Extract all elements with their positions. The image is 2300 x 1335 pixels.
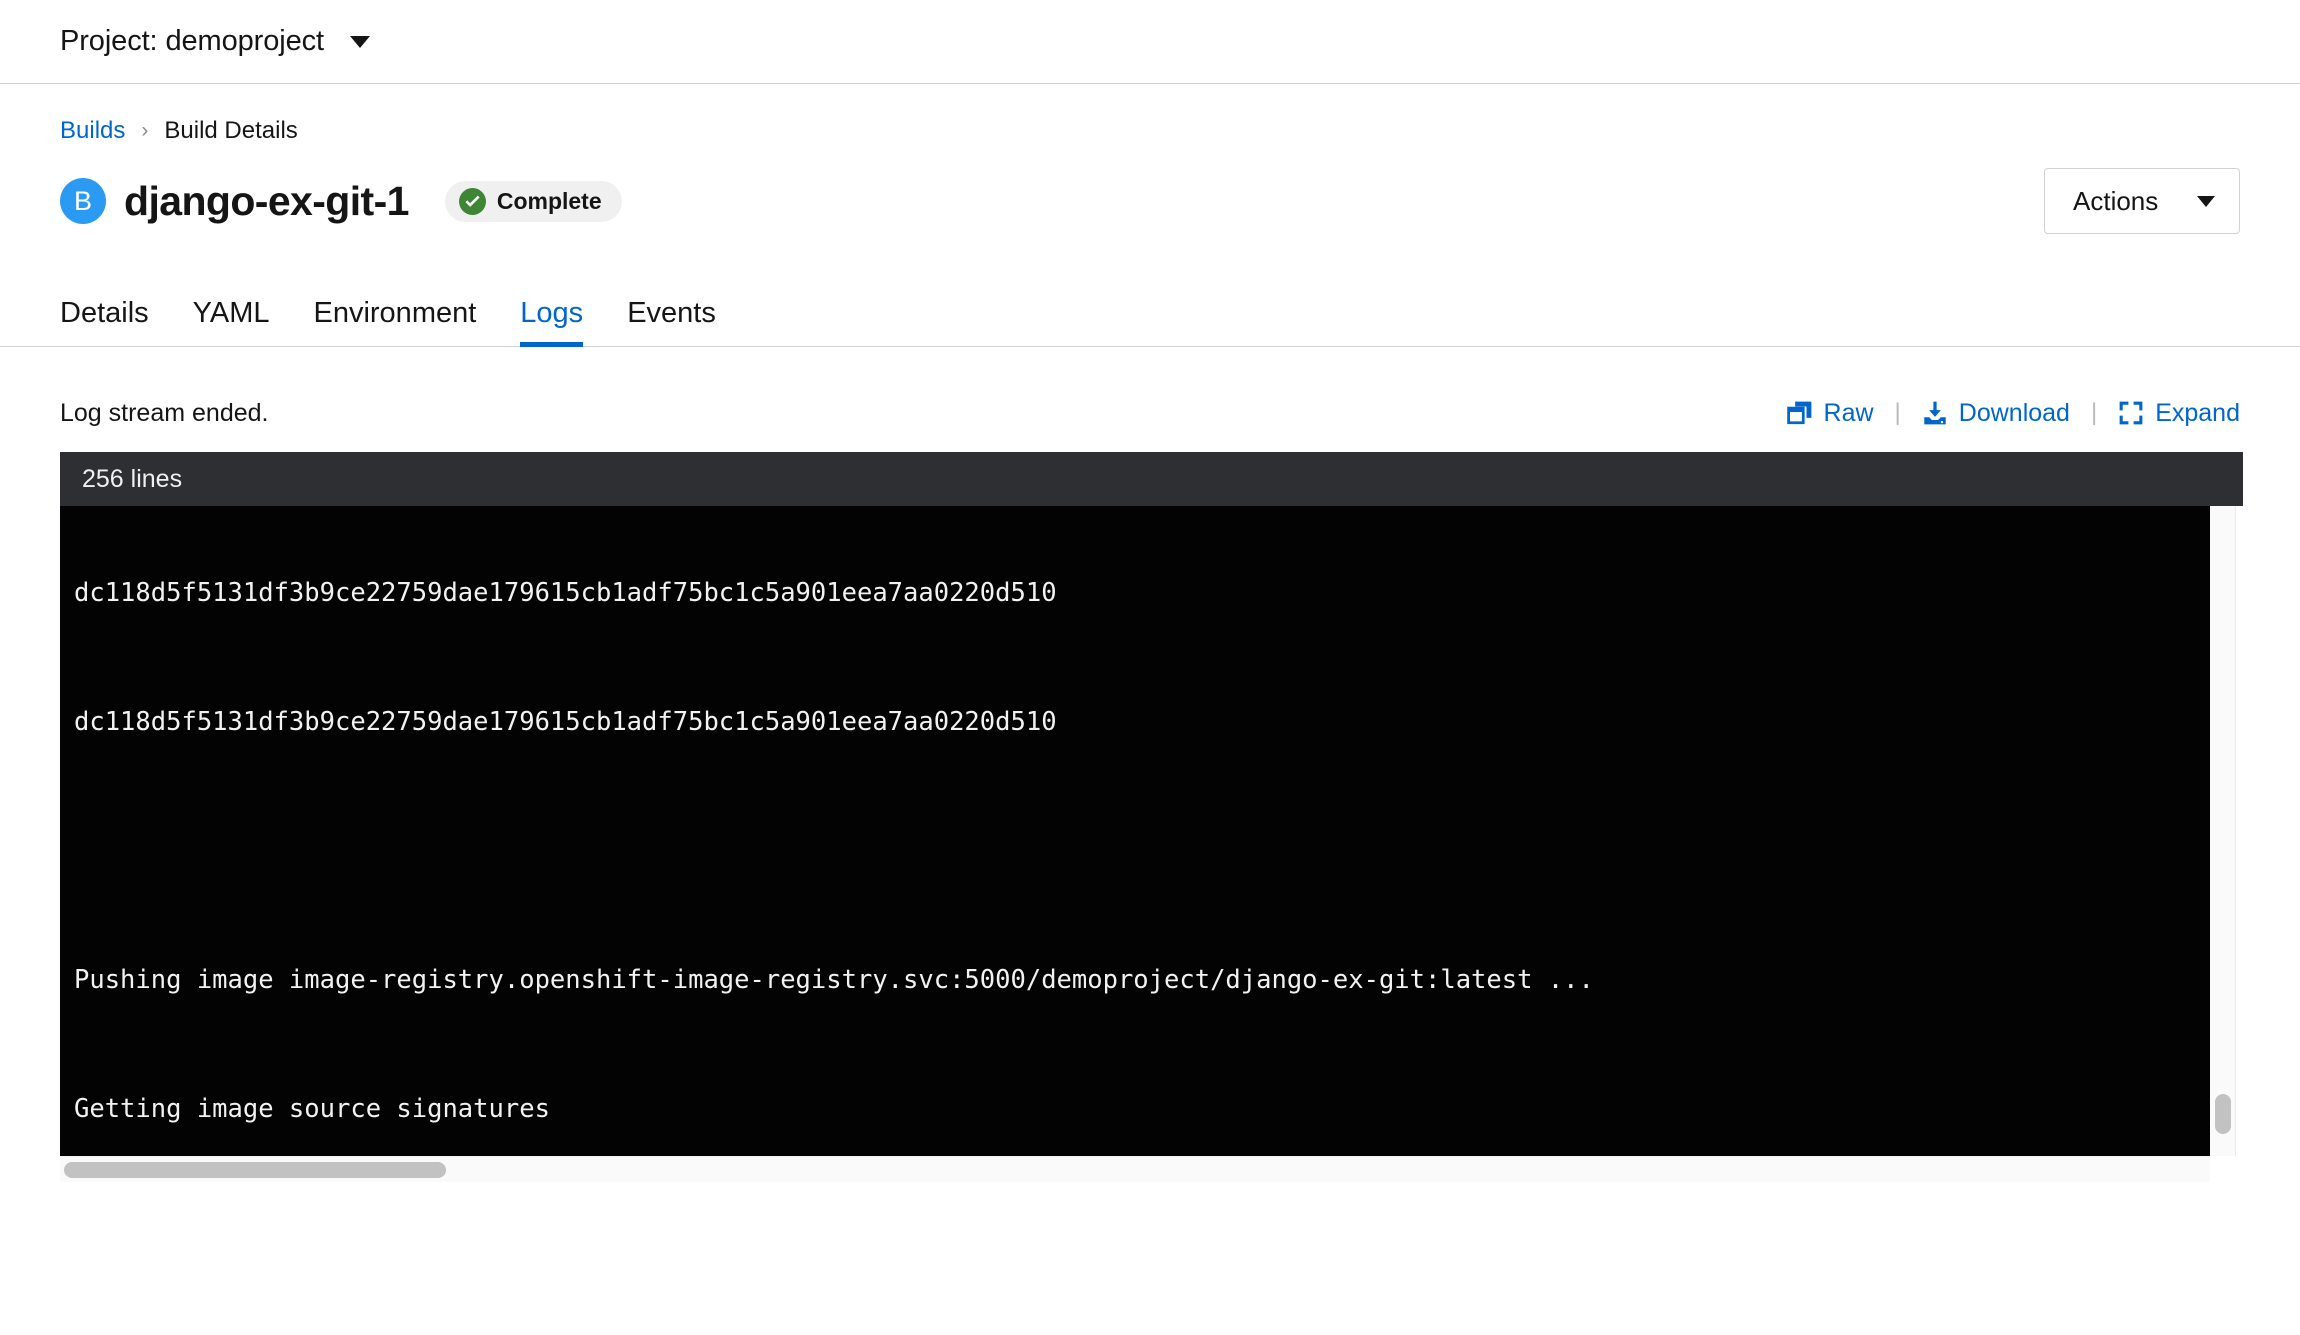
log-viewer-header: 256 lines (60, 452, 2243, 506)
raw-link-label: Raw (1823, 398, 1874, 427)
download-link-label: Download (1958, 398, 2070, 427)
log-stream-status: Log stream ended. (60, 398, 269, 427)
tab-events[interactable]: Events (605, 297, 738, 346)
page-header-left: B django-ex-git-1 Complete (60, 178, 2044, 225)
tab-logs[interactable]: Logs (498, 297, 605, 347)
chevron-down-icon (2197, 195, 2215, 207)
log-vertical-scrollbar-thumb[interactable] (2215, 1094, 2231, 1134)
log-line-count: 256 lines (82, 464, 183, 493)
log-vertical-scrollbar[interactable] (2210, 506, 2236, 1156)
log-horizontal-scrollbar-thumb[interactable] (64, 1162, 446, 1178)
expand-icon (2119, 401, 2143, 425)
download-link[interactable]: Download (1922, 399, 2070, 428)
status-badge-label: Complete (496, 187, 602, 214)
log-output-text: dc118d5f5131df3b9ce22759dae179615cb1adf7… (60, 506, 2039, 1156)
log-line: Pushing image image-registry.openshift-i… (74, 965, 1594, 995)
breadcrumb: Builds › Build Details (0, 84, 2300, 145)
page-header: B django-ex-git-1 Complete Actions (0, 145, 2300, 235)
actions-button-label: Actions (2073, 185, 2159, 216)
tab-details[interactable]: Details (60, 297, 171, 346)
project-selector-label: Project: demoproject (60, 25, 324, 57)
actions-button[interactable]: Actions (2044, 168, 2240, 234)
tab-bar: Details YAML Environment Logs Events (0, 275, 2300, 347)
breadcrumb-separator-icon: › (141, 119, 149, 142)
expand-link-label: Expand (2155, 398, 2240, 427)
download-icon (1924, 401, 1946, 425)
log-output-area[interactable]: dc118d5f5131df3b9ce22759dae179615cb1adf7… (60, 506, 2210, 1156)
status-badge: Complete (444, 180, 622, 222)
log-toolbar: Log stream ended. Raw | Download | Expan… (0, 390, 2300, 436)
log-line: dc118d5f5131df3b9ce22759dae179615cb1adf7… (74, 578, 1057, 608)
project-selector[interactable]: Project: demoproject (60, 25, 370, 58)
log-action-separator: | (2090, 399, 2098, 426)
log-actions: Raw | Download | Expand (1786, 398, 2240, 428)
chevron-down-icon (349, 35, 370, 48)
log-action-separator: | (1894, 399, 1901, 426)
build-resource-icon: B (60, 178, 106, 224)
tab-environment[interactable]: Environment (291, 297, 498, 346)
breadcrumb-current: Build Details (164, 117, 298, 144)
breadcrumb-link-builds[interactable]: Builds (60, 117, 125, 145)
log-line: Getting image source signatures (74, 1094, 550, 1124)
raw-window-icon (1786, 401, 1811, 425)
log-horizontal-scrollbar[interactable] (60, 1156, 2210, 1182)
expand-link[interactable]: Expand (2118, 399, 2240, 428)
raw-link[interactable]: Raw (1786, 398, 1874, 428)
project-bar: Project: demoproject (0, 0, 2300, 84)
tab-yaml[interactable]: YAML (171, 297, 292, 346)
page-title: django-ex-git-1 (124, 177, 409, 224)
log-viewer: 256 lines dc118d5f5131df3b9ce22759dae179… (60, 452, 2243, 1182)
log-line: dc118d5f5131df3b9ce22759dae179615cb1adf7… (74, 707, 1057, 737)
check-circle-icon (458, 187, 486, 215)
